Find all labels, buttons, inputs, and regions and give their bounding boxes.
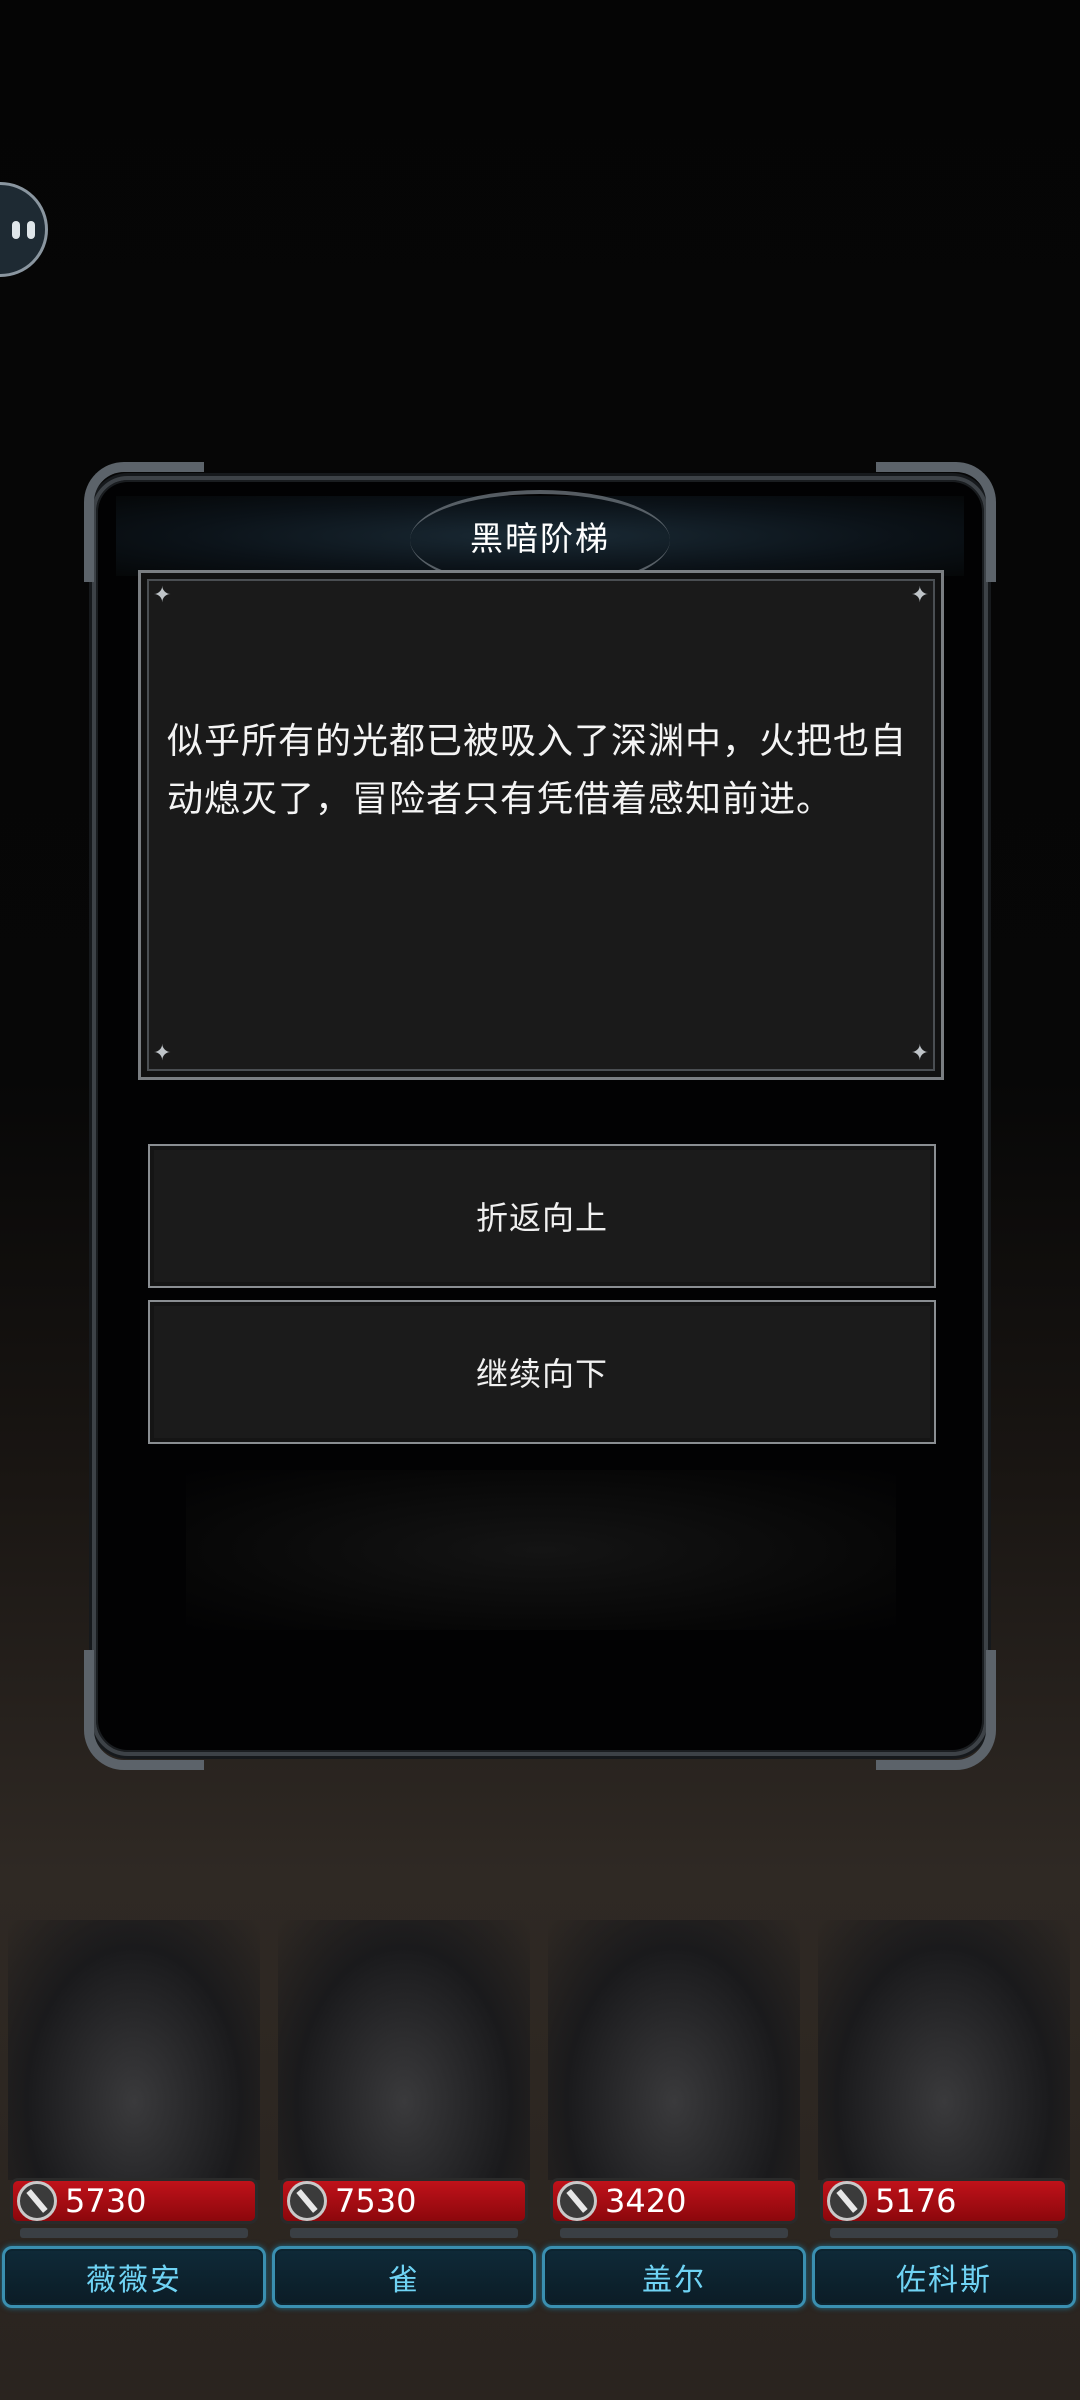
- event-text-panel: ✦ ✦ ✦ ✦ 似乎所有的光都已被吸入了深渊中，火把也自动熄灭了，冒险者只有凭借…: [138, 570, 944, 1080]
- avatar: [278, 1920, 530, 2180]
- sword-icon: [557, 2181, 597, 2221]
- frame-ornament: [876, 1650, 996, 1770]
- hp-value: 5730: [65, 2182, 147, 2220]
- hp-bar: 5730: [10, 2178, 258, 2224]
- sword-icon: [287, 2181, 327, 2221]
- dialog-title: 黑暗阶梯: [470, 519, 610, 558]
- member-name: 佐科斯: [812, 2246, 1076, 2308]
- avatar: [818, 1920, 1070, 2180]
- choice-button-go-back-up[interactable]: 折返向上: [148, 1144, 936, 1288]
- sparkle-icon: ✦: [910, 1041, 929, 1066]
- floating-menu-button[interactable]: [0, 182, 48, 277]
- avatar: [8, 1920, 260, 2180]
- hp-value: 5176: [875, 2182, 957, 2220]
- xp-bar: [830, 2228, 1058, 2238]
- dialog-title-bar: 黑暗阶梯: [116, 490, 964, 590]
- member-name: 雀: [272, 2246, 536, 2308]
- choice-button-continue-down[interactable]: 继续向下: [148, 1300, 936, 1444]
- party-member[interactable]: 3420 盖尔: [540, 1920, 808, 2320]
- xp-bar: [560, 2228, 788, 2238]
- party-bar: 5730 薇薇安 7530 雀 3420 盖尔 5176 佐科斯: [0, 1920, 1080, 2320]
- event-description: 似乎所有的光都已被吸入了深渊中，火把也自动熄灭了，冒险者只有凭借着感知前进。: [167, 721, 908, 820]
- party-member[interactable]: 5730 薇薇安: [0, 1920, 268, 2320]
- dialog-background-texture: [186, 1470, 896, 1630]
- party-member[interactable]: 7530 雀: [270, 1920, 538, 2320]
- member-name: 薇薇安: [2, 2246, 266, 2308]
- hp-value: 7530: [335, 2182, 417, 2220]
- member-name: 盖尔: [542, 2246, 806, 2308]
- hp-bar: 3420: [550, 2178, 798, 2224]
- sparkle-icon: ✦: [910, 583, 929, 608]
- xp-bar: [290, 2228, 518, 2238]
- hp-bar: 7530: [280, 2178, 528, 2224]
- sparkle-icon: ✦: [153, 1041, 172, 1066]
- sparkle-icon: ✦: [153, 583, 172, 608]
- sword-icon: [17, 2181, 57, 2221]
- avatar: [548, 1920, 800, 2180]
- hp-bar: 5176: [820, 2178, 1068, 2224]
- party-member[interactable]: 5176 佐科斯: [810, 1920, 1078, 2320]
- frame-ornament: [84, 1650, 204, 1770]
- hp-value: 3420: [605, 2182, 687, 2220]
- pause-bubble-icon: [11, 220, 35, 239]
- event-dialog: 黑暗阶梯 ✦ ✦ ✦ ✦ 似乎所有的光都已被吸入了深渊中，火把也自动熄灭了，冒险…: [84, 462, 996, 1770]
- sword-icon: [827, 2181, 867, 2221]
- xp-bar: [20, 2228, 248, 2238]
